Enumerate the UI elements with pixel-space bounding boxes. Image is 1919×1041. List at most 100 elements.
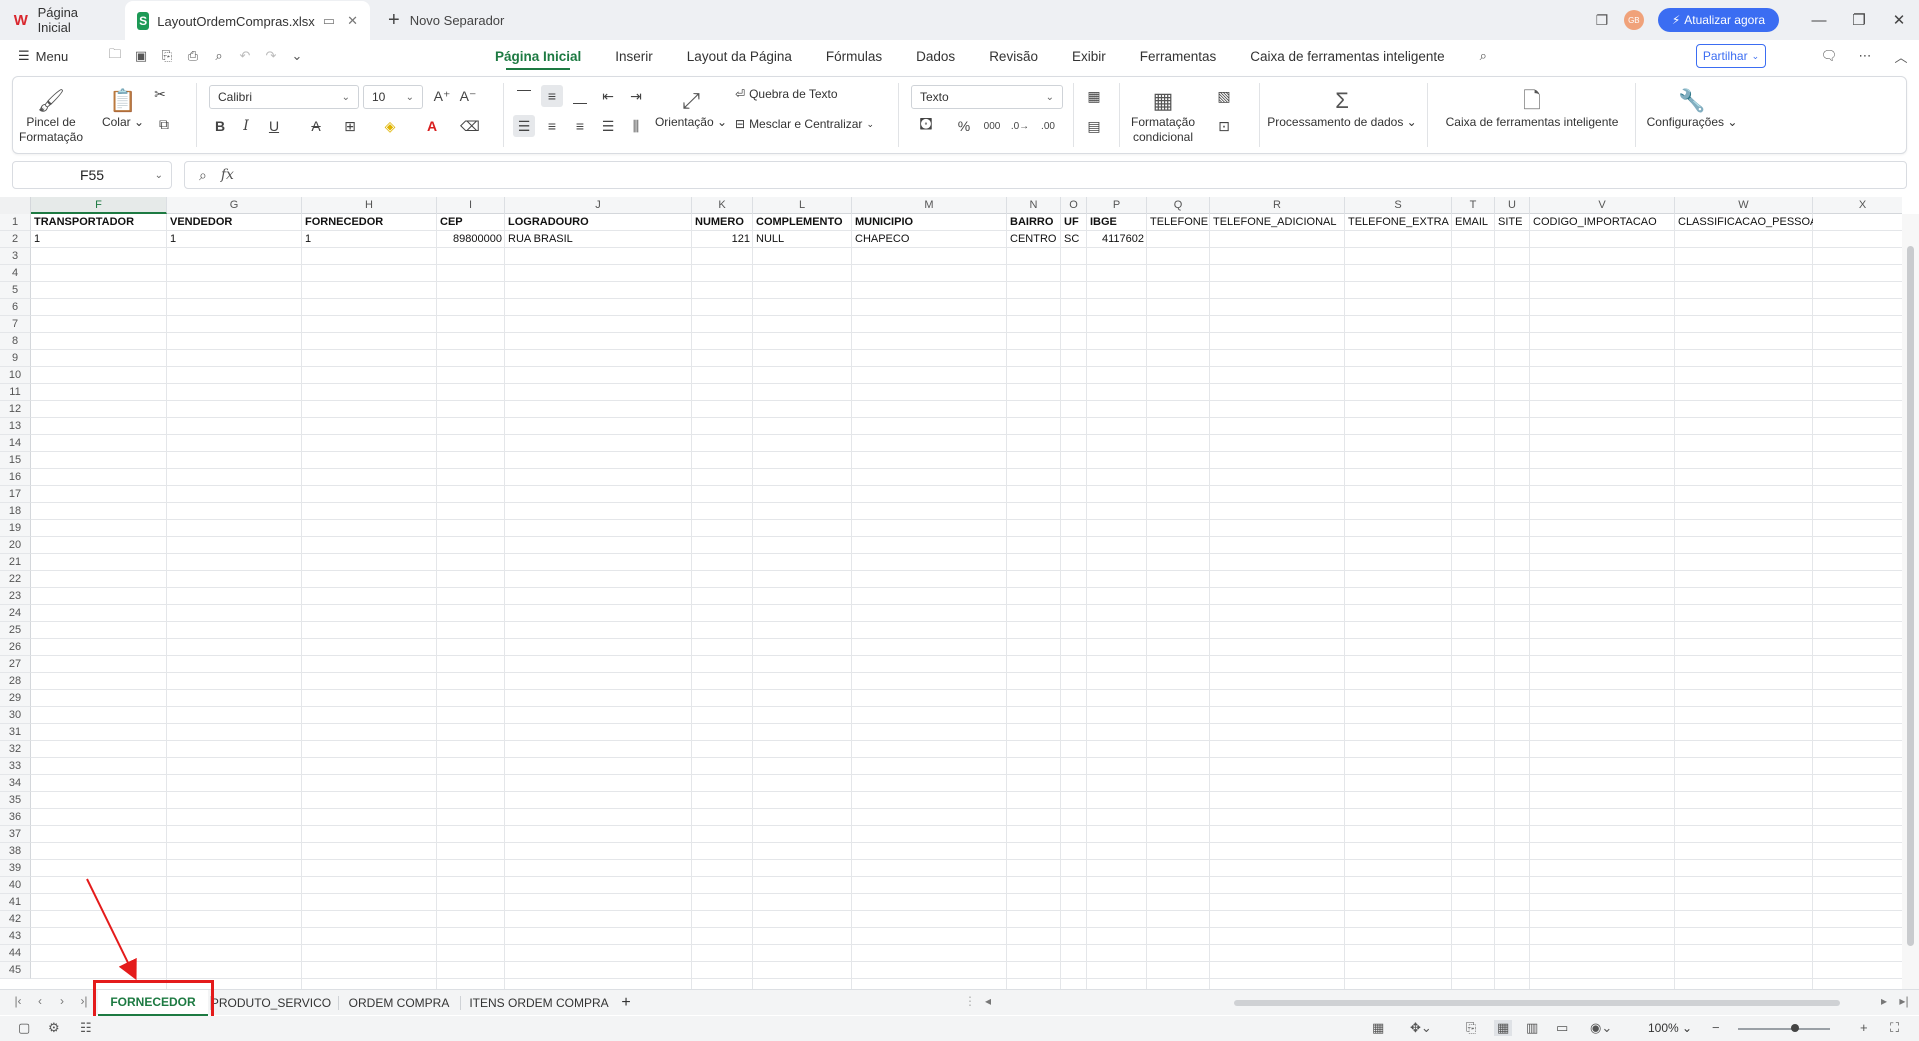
- row-header[interactable]: 33: [0, 758, 31, 775]
- format-painter-button[interactable]: 🖌 Pincel de Formatação: [19, 85, 83, 145]
- list-icon[interactable]: ☷: [80, 1020, 92, 1036]
- spreadsheet-grid[interactable]: FGHIJKLMNOPQRSTUVWXY 1234567891011121314…: [0, 197, 1902, 989]
- font-name-select[interactable]: Calibri ⌄: [209, 85, 359, 109]
- column-header[interactable]: S: [1345, 197, 1452, 214]
- font-color-icon[interactable]: A: [421, 115, 443, 137]
- row-header[interactable]: 23: [0, 588, 31, 605]
- share-button[interactable]: Partilhar ⌄: [1696, 44, 1766, 68]
- table-view-icon[interactable]: ▦: [1372, 1020, 1384, 1036]
- row-header[interactable]: 7: [0, 316, 31, 333]
- row-header[interactable]: 20: [0, 537, 31, 554]
- row-header[interactable]: 40: [0, 877, 31, 894]
- data-cell[interactable]: CHAPECO: [852, 231, 1007, 248]
- header-cell[interactable]: IBGE: [1087, 214, 1147, 231]
- row-header[interactable]: 15: [0, 452, 31, 469]
- row-header[interactable]: 2: [0, 231, 31, 248]
- close-tab-icon[interactable]: ✕: [347, 13, 358, 29]
- clear-format-icon[interactable]: ⌫: [459, 115, 481, 137]
- restore-icon[interactable]: ❐: [1839, 0, 1879, 40]
- column-header[interactable]: N: [1007, 197, 1061, 214]
- page-layout-icon[interactable]: ▥: [1526, 1020, 1538, 1036]
- fill-color-icon[interactable]: ◈: [379, 115, 401, 137]
- fx-icon[interactable]: fx: [221, 167, 234, 183]
- comment-icon[interactable]: 🗨: [1811, 48, 1847, 64]
- next-sheet-icon[interactable]: ›: [52, 994, 72, 1008]
- column-header[interactable]: X: [1813, 197, 1902, 214]
- row-header[interactable]: 18: [0, 503, 31, 520]
- column-header[interactable]: L: [753, 197, 852, 214]
- number-format-select[interactable]: Texto ⌄: [911, 85, 1063, 109]
- row-header[interactable]: 28: [0, 673, 31, 690]
- normal-view-icon[interactable]: ▦: [1494, 1020, 1513, 1036]
- distributed-icon[interactable]: ⫼: [625, 115, 647, 137]
- data-cell[interactable]: 1: [31, 231, 167, 248]
- header-cell[interactable]: CEP: [437, 214, 505, 231]
- data-cell[interactable]: 1: [302, 231, 437, 248]
- column-header[interactable]: V: [1530, 197, 1675, 214]
- italic-icon[interactable]: I: [235, 115, 257, 137]
- justify-icon[interactable]: ☰: [597, 115, 619, 137]
- prev-sheet-icon[interactable]: ‹: [30, 994, 50, 1008]
- sheet-tab-ordem-compra[interactable]: ORDEM COMPRA: [342, 990, 456, 1016]
- conditional-format-button[interactable]: ▦ Formatação condicional: [1125, 85, 1201, 145]
- sheet-tab-itens-ordem-compra[interactable]: ITENS ORDEM COMPRA: [464, 990, 614, 1016]
- upgrade-button[interactable]: ⚡ Atualizar agora: [1657, 8, 1779, 32]
- percent-icon[interactable]: %: [953, 115, 975, 137]
- more-icon[interactable]: ⋯: [1847, 48, 1883, 64]
- undo-icon[interactable]: ↶: [234, 45, 256, 67]
- data-cell[interactable]: SC: [1061, 231, 1087, 248]
- header-cell[interactable]: CODIGO_IMPORTACAO: [1530, 214, 1675, 231]
- tab-dados[interactable]: Dados: [899, 40, 972, 72]
- minimize-icon[interactable]: —: [1799, 0, 1839, 40]
- row-header[interactable]: 19: [0, 520, 31, 537]
- column-header[interactable]: M: [852, 197, 1007, 214]
- column-header[interactable]: W: [1675, 197, 1813, 214]
- align-bottom-icon[interactable]: ⎽: [569, 85, 591, 107]
- print-preview-icon[interactable]: ⌕: [208, 45, 230, 67]
- font-size-select[interactable]: 10 ⌄: [363, 85, 423, 109]
- row-header[interactable]: 36: [0, 809, 31, 826]
- wrap-text-button[interactable]: ⏎ Quebra de Texto: [735, 87, 838, 101]
- row-header[interactable]: 10: [0, 367, 31, 384]
- open-folder-icon[interactable]: 🗀: [104, 45, 126, 67]
- row-header[interactable]: 1: [0, 214, 31, 231]
- tab-ferramentas[interactable]: Ferramentas: [1123, 40, 1234, 72]
- tab-exibir[interactable]: Exibir: [1055, 40, 1123, 72]
- data-cell[interactable]: 1: [167, 231, 302, 248]
- header-cell[interactable]: TELEFONE: [1147, 214, 1210, 231]
- column-header[interactable]: G: [167, 197, 302, 214]
- row-header[interactable]: 38: [0, 843, 31, 860]
- scroll-end-icon[interactable]: ▸|: [1894, 994, 1914, 1008]
- tab-pagina-inicial[interactable]: Página Inicial: [478, 40, 598, 72]
- decrease-font-icon[interactable]: A⁻: [457, 85, 479, 107]
- row-header[interactable]: 26: [0, 639, 31, 656]
- row-column-icon[interactable]: ⊡: [1213, 115, 1235, 137]
- cut-icon[interactable]: ✂: [149, 83, 171, 105]
- cell-style-icon[interactable]: ▤: [1083, 115, 1105, 137]
- row-header[interactable]: 6: [0, 299, 31, 316]
- header-cell[interactable]: TELEFONE_EXTRA: [1345, 214, 1452, 231]
- zoom-formula-icon[interactable]: ⌕: [199, 167, 207, 184]
- fullscreen-icon[interactable]: ⛶: [1890, 1020, 1899, 1036]
- tab-caixa-de-ferramentas[interactable]: Caixa de ferramentas inteligente: [1233, 40, 1461, 72]
- row-header[interactable]: 32: [0, 741, 31, 758]
- save-icon[interactable]: ▣: [130, 45, 152, 67]
- tab-layout-da-pagina[interactable]: Layout da Página: [670, 40, 809, 72]
- paste-button[interactable]: 📋 Colar ⌄: [101, 85, 145, 130]
- row-header[interactable]: 35: [0, 792, 31, 809]
- align-middle-icon[interactable]: ≡: [541, 85, 563, 107]
- row-header[interactable]: 39: [0, 860, 31, 877]
- row-header[interactable]: 4: [0, 265, 31, 282]
- increase-font-icon[interactable]: A⁺: [431, 85, 453, 107]
- add-sheet-button[interactable]: +: [616, 990, 636, 1016]
- tab-list-icon[interactable]: ❐: [1584, 0, 1620, 40]
- data-cell[interactable]: RUA BRASIL: [505, 231, 692, 248]
- column-header[interactable]: R: [1210, 197, 1345, 214]
- row-header[interactable]: 8: [0, 333, 31, 350]
- zoom-level[interactable]: 100% ⌄: [1648, 1021, 1692, 1035]
- page-break-icon[interactable]: ▭: [1556, 1020, 1568, 1036]
- header-cell[interactable]: COMPLEMENTO: [753, 214, 852, 231]
- chevron-down-icon[interactable]: ⌄: [286, 45, 308, 67]
- row-header[interactable]: 16: [0, 469, 31, 486]
- column-header[interactable]: U: [1495, 197, 1530, 214]
